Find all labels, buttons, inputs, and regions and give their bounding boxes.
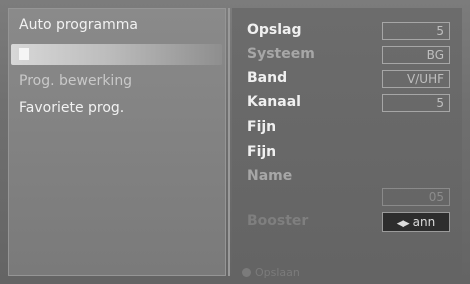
- name-label: Name: [247, 168, 293, 184]
- systeem-label: Systeem: [247, 46, 315, 62]
- booster-label: Booster: [247, 213, 309, 229]
- booster-toggle[interactable]: ◀▶ ann: [382, 212, 450, 232]
- opslaan-button[interactable]: Opslaan: [242, 266, 300, 279]
- panel-divider: [228, 8, 230, 276]
- fijn-label-2[interactable]: Fijn: [247, 144, 276, 160]
- kanaal-value[interactable]: 5: [382, 94, 450, 112]
- menu-item-auto-programma[interactable]: Auto programma: [19, 17, 138, 33]
- systeem-value[interactable]: BG: [382, 46, 450, 64]
- menu-item-selected-highlight[interactable]: [11, 44, 222, 65]
- tv-menu-screen: Auto programma Prog. bewerking Favoriete…: [0, 0, 470, 284]
- opslag-value[interactable]: 5: [382, 22, 450, 40]
- menu-item-prog-bewerking[interactable]: Prog. bewerking: [19, 73, 132, 89]
- opslag-label: Opslag: [247, 22, 302, 38]
- menu-panel: Auto programma Prog. bewerking Favoriete…: [8, 8, 226, 276]
- selection-cursor: [19, 48, 29, 60]
- details-panel: Opslag 5 Systeem BG Band V/UHF Kanaal 5 …: [232, 8, 462, 279]
- dot-icon: [242, 268, 251, 277]
- band-label: Band: [247, 70, 288, 86]
- opslaan-label: Opslaan: [255, 266, 300, 279]
- left-right-arrows-icon: ◀▶: [396, 219, 410, 229]
- booster-value: ann: [412, 215, 436, 229]
- kanaal-label: Kanaal: [247, 94, 301, 110]
- menu-item-favoriete-prog[interactable]: Favoriete prog.: [19, 100, 124, 116]
- name-value[interactable]: 05: [382, 188, 450, 206]
- fijn-label-1[interactable]: Fijn: [247, 119, 276, 135]
- band-value[interactable]: V/UHF: [382, 70, 450, 88]
